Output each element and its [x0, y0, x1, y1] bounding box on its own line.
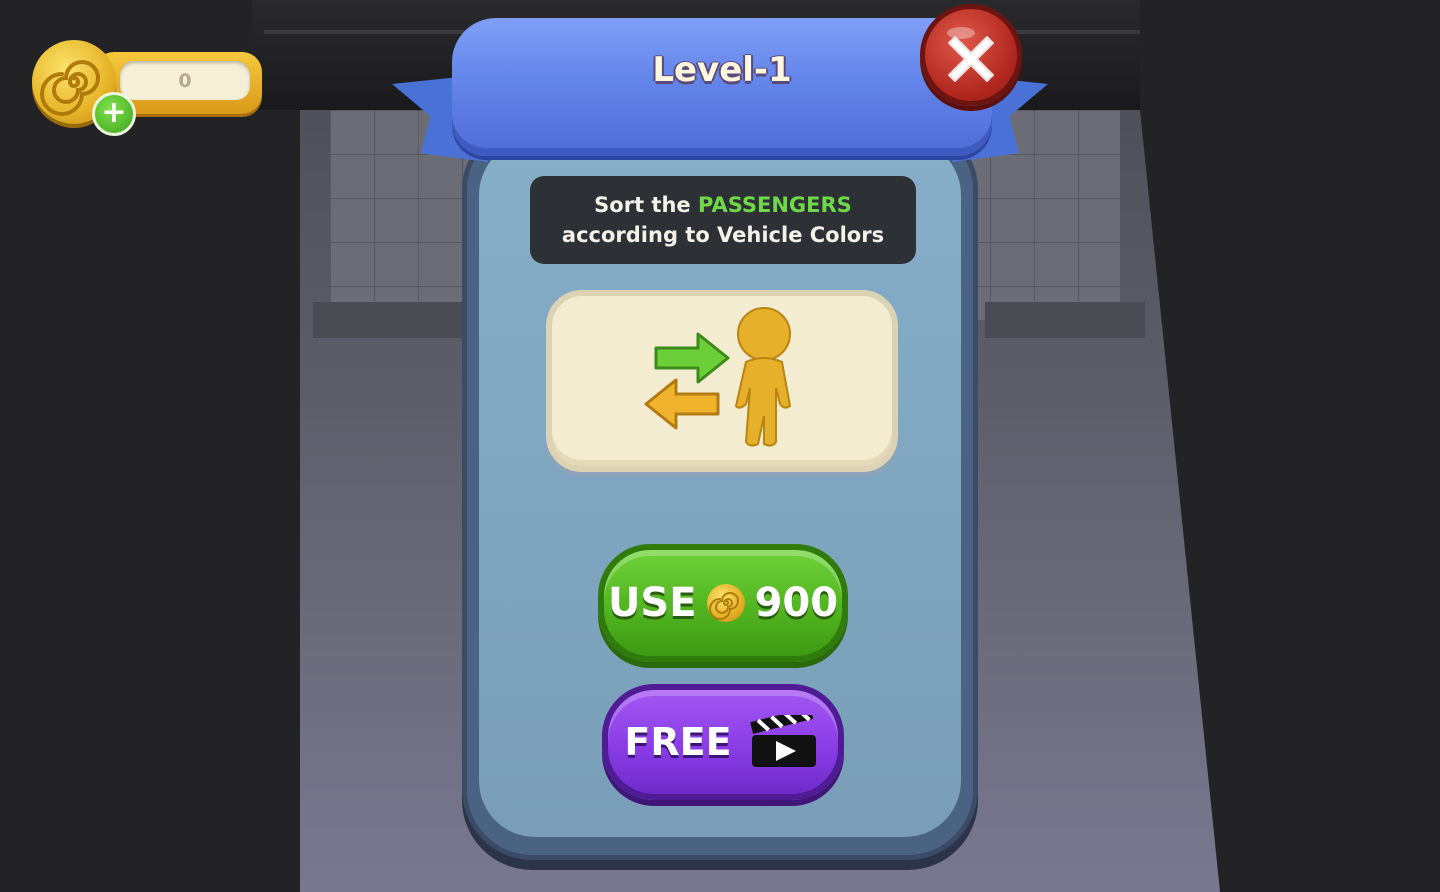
instruction-line-1: Sort the PASSENGERS: [594, 190, 852, 220]
instruction-prefix: Sort the: [594, 193, 698, 217]
instruction-box: Sort the PASSENGERS according to Vehicle…: [530, 176, 916, 264]
coin-counter[interactable]: 0 +: [32, 40, 262, 136]
use-label: USE: [607, 580, 697, 626]
use-cost: 900: [754, 580, 839, 626]
ledge-right: [985, 302, 1145, 338]
swap-passenger-icon: [644, 307, 792, 447]
close-button[interactable]: [920, 4, 1022, 106]
coin-balance: 0: [120, 61, 250, 100]
modal-title: Level-1: [652, 50, 792, 90]
close-icon: [947, 27, 994, 82]
free-label: FREE: [624, 720, 732, 764]
use-coins-button[interactable]: USE 900: [598, 544, 848, 662]
instruction-highlight: PASSENGERS: [697, 193, 852, 217]
free-video-button[interactable]: FREE: [602, 684, 844, 800]
booster-card: [546, 290, 898, 472]
ledge-left: [313, 302, 468, 338]
instruction-line-2: according to Vehicle Colors: [561, 223, 885, 247]
clapperboard-video-icon: [749, 715, 816, 767]
plus-icon[interactable]: +: [92, 92, 136, 136]
left-wall: [0, 0, 300, 892]
spiral-coin-icon: [706, 584, 745, 622]
